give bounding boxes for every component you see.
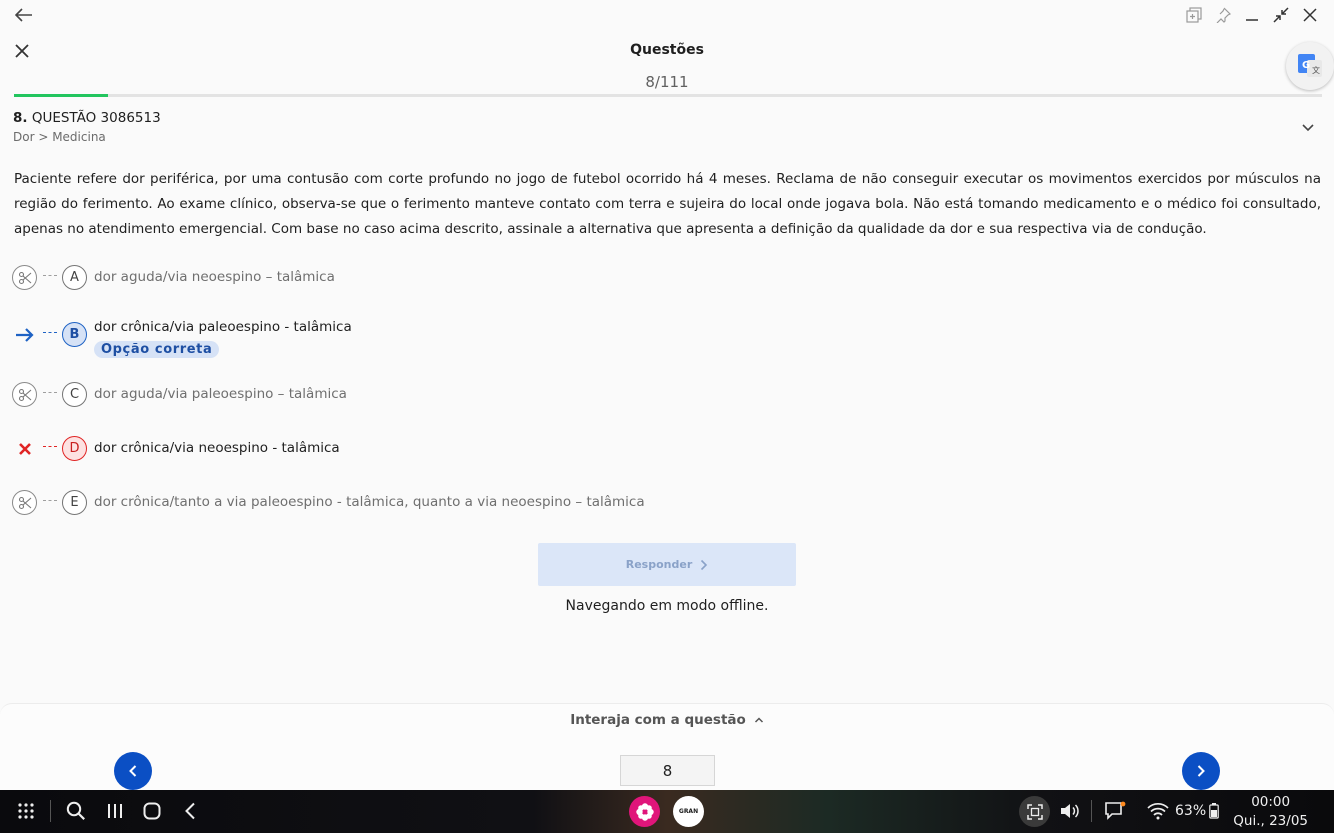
question-progress-bar [14,94,1322,97]
dashed-connector [43,500,57,501]
scissors-icon[interactable] [12,265,37,290]
option-text[interactable]: dor crônica/via paleoespino - talâmica [94,319,352,335]
chevron-up-icon [754,717,763,723]
taskbar-separator [1091,800,1092,822]
option-text[interactable]: dor aguda/via paleoespino – talâmica [94,386,347,402]
shrink-icon[interactable] [1270,5,1292,25]
previous-question-button[interactable] [114,752,152,790]
dashed-connector [43,275,57,276]
option-a[interactable]: A dor aguda/via neoespino – talâmica [12,263,1312,293]
taskbar-separator [50,800,51,822]
respond-button[interactable]: Responder [538,543,796,586]
option-e[interactable]: E dor crônica/tanto a via paleoespino - … [12,488,1312,518]
dashed-connector [43,332,57,333]
add-window-icon[interactable] [1183,5,1205,25]
battery-icon [1208,799,1220,823]
option-c[interactable]: C dor aguda/via paleoespino – talâmica [12,380,1312,410]
question-header: 8. QUESTÃO 3086513 Dor > Medicina [13,110,1321,144]
question-number: 8. [13,110,28,126]
arrow-right-icon [12,322,37,347]
scissors-icon[interactable] [12,490,37,515]
google-translate-icon[interactable]: G 文 [1286,42,1334,90]
battery-percent: 63% [1175,803,1207,819]
minimize-icon[interactable] [1241,5,1263,25]
gran-app-icon[interactable]: GRAN [673,796,704,827]
question-statement: Paciente refere dor periférica, por uma … [14,171,1321,237]
respond-label: Responder [625,558,693,571]
page-title: Questões [630,42,704,58]
chevron-down-icon[interactable] [1301,118,1317,132]
interact-label: Interaja com a questão [570,712,746,728]
option-letter[interactable]: C [62,382,87,407]
home-icon[interactable] [140,799,164,823]
wifi-icon[interactable] [1146,799,1170,823]
option-text[interactable]: dor aguda/via neoespino – talâmica [94,269,335,285]
offline-message: Navegando em modo offline. [565,598,769,614]
recent-apps-icon[interactable] [103,799,127,823]
interact-toggle[interactable]: Interaja com a questão [0,712,1334,728]
chevron-right-icon [1197,765,1205,777]
chevron-right-icon [701,559,708,570]
progress-fill [14,94,109,97]
screenshot-capture-icon[interactable] [1019,796,1050,827]
window-title-bar [0,0,1334,30]
system-taskbar: GRAN 63% 00:00 Qui., 23/05 [0,790,1334,833]
question-counter: 8/111 [645,73,689,91]
scissors-icon[interactable] [12,382,37,407]
svg-text:G: G [1302,60,1310,71]
next-question-button[interactable] [1182,752,1220,790]
option-text[interactable]: dor crônica/via neoespino - talâmica [94,440,340,456]
option-d[interactable]: D dor crônica/via neoespino - talâmica [12,434,1312,464]
chevron-left-icon [129,765,137,777]
volume-icon[interactable] [1058,799,1080,823]
option-letter[interactable]: A [62,265,87,290]
arrow-left-icon[interactable] [12,4,36,26]
question-code: QUESTÃO 3086513 [31,110,161,126]
system-clock[interactable]: 00:00 Qui., 23/05 [1233,793,1308,831]
pin-icon[interactable] [1212,5,1234,25]
option-letter[interactable]: B [62,322,87,347]
option-letter[interactable]: D [62,436,87,461]
apps-grid-icon[interactable] [14,799,38,823]
close-icon[interactable] [1299,5,1321,25]
notifications-icon[interactable] [1103,799,1127,823]
page-number-input[interactable]: 8 [620,755,715,786]
dashed-connector [43,392,57,393]
wrong-x-icon [12,436,37,461]
search-icon[interactable] [64,799,88,823]
clock-time: 00:00 [1251,794,1291,810]
back-nav-icon[interactable] [178,799,202,823]
option-letter[interactable]: E [62,490,87,515]
correct-option-badge: Opção correta [94,341,220,358]
breadcrumb: Dor > Medicina [13,130,106,144]
option-text[interactable]: dor crônica/tanto a via paleoespino - ta… [94,494,645,510]
clock-date: Qui., 23/05 [1233,813,1308,829]
dashed-connector [43,446,57,447]
bottom-interaction-panel: Interaja com a questão 8 [0,703,1334,791]
app-header: Questões 8/111 G 文 [0,30,1334,96]
svg-text:文: 文 [1312,65,1320,75]
flower-app-icon[interactable] [629,796,660,827]
option-b[interactable]: B dor crônica/via paleoespino - talâmica… [12,319,1312,362]
